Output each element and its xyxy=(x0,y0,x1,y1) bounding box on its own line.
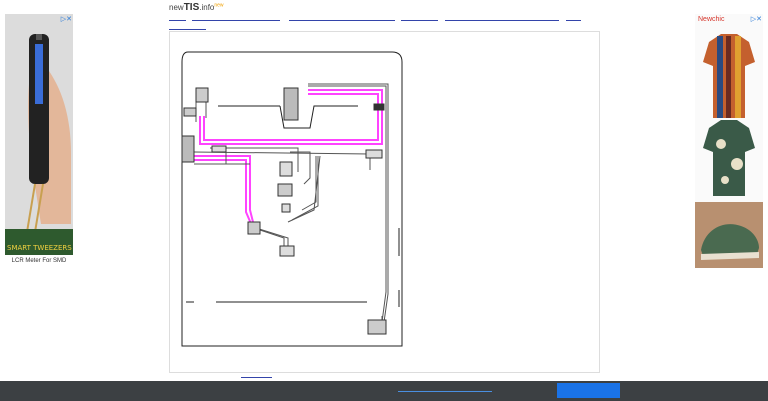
breadcrumb-link[interactable] xyxy=(169,20,186,21)
component-sensor xyxy=(183,107,197,117)
adchoices-icon[interactable]: ▷✕ xyxy=(61,15,72,23)
components[interactable] xyxy=(181,87,387,335)
ad-caption[interactable]: LCR Meter For SMD xyxy=(5,255,73,268)
component-switch xyxy=(277,183,293,197)
ad-product-image: SMART TWEEZERS xyxy=(5,14,73,255)
component-fuse-block xyxy=(279,161,293,177)
component-connector xyxy=(211,145,227,153)
component-sensor-small xyxy=(281,203,291,213)
footer-link[interactable] xyxy=(398,391,492,392)
component-control-unit xyxy=(283,87,299,121)
page-link[interactable] xyxy=(241,377,272,378)
component-relay xyxy=(195,87,209,103)
component-connector-bottom xyxy=(279,245,295,257)
ad-banner-right[interactable]: Newchic ▷✕ xyxy=(695,14,763,268)
wiring-diagram[interactable] xyxy=(170,32,599,372)
ad-product-image xyxy=(695,34,763,268)
diagram-frame xyxy=(169,31,600,373)
adchoices-icon[interactable]: ▷✕ xyxy=(751,15,762,23)
component-connector-right xyxy=(365,149,383,159)
component-splice xyxy=(373,103,385,111)
breadcrumb-link[interactable] xyxy=(289,20,395,21)
logo-suffix: .info xyxy=(199,3,215,12)
footer-button[interactable] xyxy=(557,383,620,398)
breadcrumb-link[interactable] xyxy=(192,20,280,21)
component-junction-box xyxy=(367,319,387,335)
ad-brand[interactable]: Newchic xyxy=(698,16,724,23)
breadcrumb xyxy=(169,17,599,31)
ad-banner-left[interactable]: ▷✕ SMART TWEEZERS LCR Meter For SMD xyxy=(5,14,73,268)
logo-main: TIS xyxy=(183,2,200,13)
component-module xyxy=(181,135,195,163)
svg-text:SMART TWEEZERS: SMART TWEEZERS xyxy=(7,244,72,252)
logo-prefix: new xyxy=(169,3,184,12)
wires xyxy=(193,83,389,333)
site-logo[interactable]: newTIS.infonew xyxy=(169,2,224,13)
breadcrumb-link[interactable] xyxy=(566,20,581,21)
component-actuator xyxy=(247,221,261,235)
footer-bar xyxy=(0,381,768,401)
breadcrumb-link[interactable] xyxy=(169,29,206,30)
logo-badge: new xyxy=(214,2,224,9)
breadcrumb-link[interactable] xyxy=(445,20,559,21)
breadcrumb-link[interactable] xyxy=(401,20,438,21)
